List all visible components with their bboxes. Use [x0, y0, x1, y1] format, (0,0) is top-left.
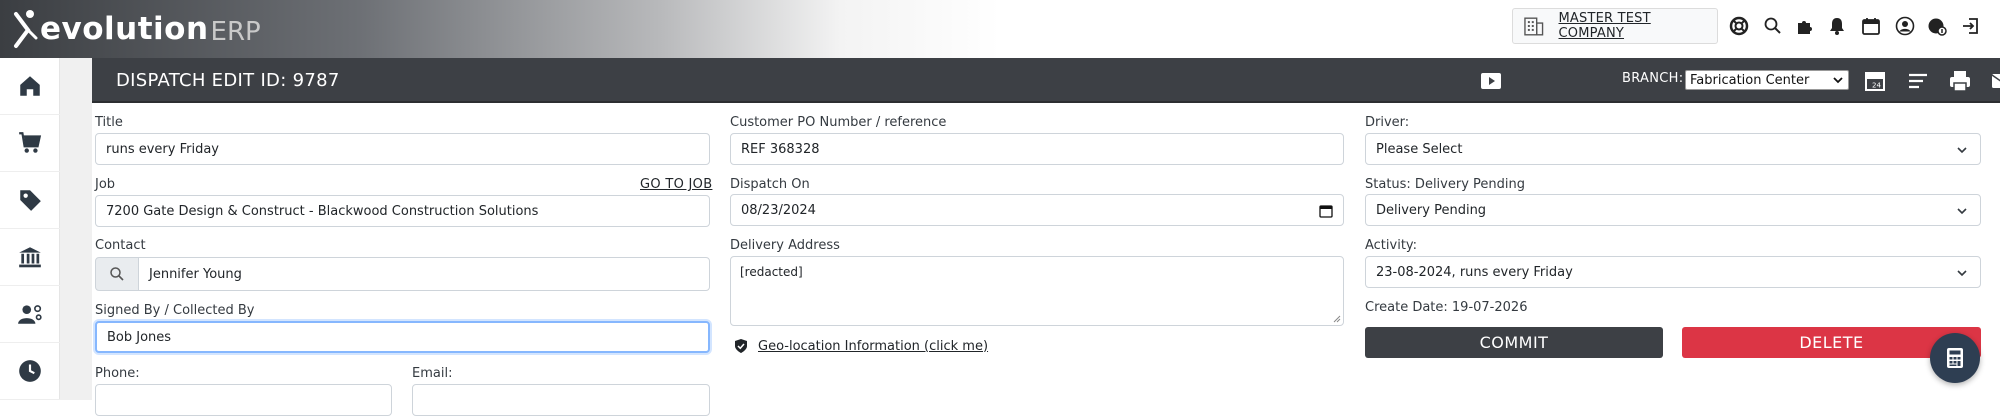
sidebar-item-user-settings[interactable] [0, 286, 60, 343]
dispatch-on-value: 08/23/2024 [741, 202, 816, 218]
shield-check-icon [735, 339, 747, 353]
search-icon[interactable] [1762, 15, 1784, 37]
driver-select[interactable]: Please Select [1365, 133, 1981, 165]
status-value: Delivery Pending [1376, 202, 1487, 218]
email-icon[interactable] [1989, 68, 2000, 94]
delivery-address-label: Delivery Address [730, 238, 840, 253]
tag-icon [20, 190, 41, 211]
activity-value: 23-08-2024, runs every Friday [1376, 264, 1573, 280]
chevron-down-icon [1957, 208, 1967, 215]
job-input[interactable]: 7200 Gate Design & Construct - Blackwood… [95, 195, 710, 227]
geo-location-link[interactable]: Geo-location Information (click me) [734, 338, 988, 354]
po-value: REF 368328 [741, 141, 820, 157]
commit-button[interactable]: COMMIT [1365, 327, 1663, 358]
page-header: DISPATCH EDIT ID: 9787 BRANCH: Fabricati… [92, 58, 2000, 103]
po-label: Customer PO Number / reference [730, 115, 947, 130]
support-icon[interactable] [1728, 15, 1750, 37]
delivery-address-input[interactable]: [redacted] [730, 256, 1344, 326]
user-icon[interactable] [1894, 15, 1916, 37]
sidebar-item-home[interactable] [0, 58, 60, 115]
po-input[interactable]: REF 368328 [730, 133, 1344, 165]
brand-name: evolution [40, 11, 209, 47]
sidebar-item-tags[interactable] [0, 172, 60, 229]
print-icon[interactable] [1947, 68, 1973, 94]
phone-label: Phone: [95, 366, 140, 381]
signed-by-input[interactable]: Bob Jones [95, 321, 710, 353]
activity-select[interactable]: 23-08-2024, runs every Friday [1365, 256, 1981, 288]
branch-select[interactable]: Fabrication Center [1685, 70, 1849, 90]
go-to-job-link[interactable]: GO TO JOB [640, 177, 712, 192]
sidebar-item-bank[interactable] [0, 229, 60, 286]
search-icon [110, 267, 124, 281]
logo-figure-icon [14, 10, 38, 48]
user-settings-icon [18, 305, 42, 324]
status-label: Status: Delivery Pending [1365, 177, 1525, 192]
branch-label: BRANCH: [1622, 71, 1684, 86]
resize-handle-icon[interactable] [1333, 315, 1341, 323]
create-date: Create Date: 19-07-2026 [1365, 300, 1528, 315]
job-value: 7200 Gate Design & Construct - Blackwood… [106, 203, 539, 219]
svg-text:24: 24 [1872, 82, 1881, 90]
sidebar [0, 58, 60, 400]
notifications-icon[interactable] [1826, 15, 1848, 37]
geo-link-text: Geo-location Information (click me) [758, 338, 989, 354]
billing-icon[interactable] [1926, 15, 1948, 37]
building-icon [1524, 17, 1544, 36]
delivery-address-value: [redacted] [740, 265, 803, 279]
video-icon[interactable] [1478, 68, 1504, 94]
title-value: runs every Friday [106, 141, 219, 157]
signed-by-value: Bob Jones [107, 329, 172, 345]
sidebar-gutter [60, 58, 92, 400]
chevron-down-icon [1833, 77, 1843, 84]
dispatch-on-label: Dispatch On [730, 177, 810, 192]
contact-search-button[interactable] [95, 257, 139, 291]
activity-label: Activity: [1365, 238, 1418, 253]
sidebar-item-cart[interactable] [0, 115, 60, 172]
chevron-down-icon [1957, 147, 1967, 154]
calendar-icon[interactable] [1319, 204, 1333, 218]
page-title: DISPATCH EDIT ID: 9787 [116, 70, 340, 91]
cart-icon [19, 132, 42, 153]
company-name: MASTER TEST COMPANY [1558, 11, 1651, 41]
brand-suffix: ERP [210, 16, 261, 47]
contact-label: Contact [95, 238, 146, 253]
store-icon[interactable]: 24 [1862, 68, 1888, 94]
list-icon[interactable] [1905, 68, 1931, 94]
logout-icon[interactable] [1960, 15, 1982, 37]
chevron-down-icon [1957, 270, 1967, 277]
job-label: Job [95, 177, 116, 192]
home-icon [20, 76, 40, 96]
driver-label: Driver: [1365, 115, 1410, 130]
contact-input[interactable]: Jennifer Young [138, 257, 710, 291]
bank-icon [19, 247, 41, 268]
driver-value: Please Select [1376, 141, 1463, 157]
branch-value: Fabrication Center [1690, 72, 1810, 88]
dispatch-on-input[interactable]: 08/23/2024 [730, 194, 1344, 226]
calendar-icon[interactable] [1860, 15, 1882, 37]
title-label: Title [95, 115, 123, 130]
email-input[interactable] [412, 384, 710, 416]
title-input[interactable]: runs every Friday [95, 133, 710, 165]
extensions-icon[interactable] [1794, 15, 1816, 37]
company-selector[interactable]: MASTER TEST COMPANY [1512, 8, 1718, 44]
email-label: Email: [412, 366, 453, 381]
phone-input[interactable] [95, 384, 392, 416]
contact-value: Jennifer Young [149, 266, 242, 282]
top-bar: evolution ERP MASTER TEST COMPANY [0, 0, 2000, 58]
sidebar-item-history[interactable] [0, 343, 60, 400]
clock-icon [19, 360, 41, 382]
brand-logo[interactable]: evolution ERP [10, 8, 261, 50]
signed-by-label: Signed By / Collected By [95, 303, 255, 318]
calculator-icon [1947, 348, 1963, 368]
status-select[interactable]: Delivery Pending [1365, 194, 1981, 226]
calculator-button[interactable] [1930, 333, 1980, 383]
